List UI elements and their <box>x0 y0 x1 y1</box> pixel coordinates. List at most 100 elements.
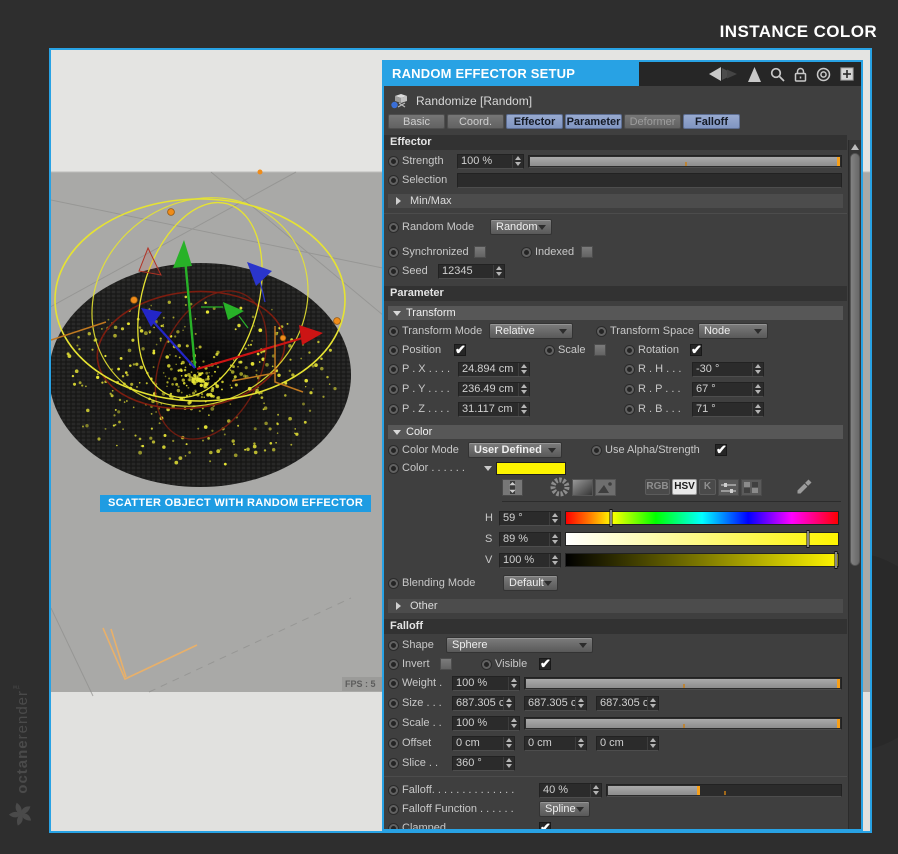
size-z-field[interactable]: 687.305 cm <box>596 696 659 711</box>
falloff-strength-radio[interactable] <box>389 786 398 795</box>
seed-radio[interactable] <box>389 267 398 276</box>
blending-mode-radio[interactable] <box>389 579 398 588</box>
falloff-scale-slider[interactable] <box>524 717 842 730</box>
scrollbar-thumb[interactable] <box>850 153 860 566</box>
add-panel-icon[interactable] <box>840 67 854 81</box>
group-minmax[interactable]: Min/Max <box>388 194 843 208</box>
panel-scrollbar[interactable] <box>848 140 861 829</box>
spectrum-icon[interactable] <box>572 479 593 496</box>
value-slider[interactable] <box>565 553 839 567</box>
slice-field[interactable]: 360 ° <box>452 756 515 771</box>
transform-mode-radio[interactable] <box>389 327 398 336</box>
target-icon[interactable] <box>816 67 831 82</box>
compact-mode-icon[interactable] <box>502 479 523 496</box>
mixer-icon[interactable] <box>741 479 762 496</box>
hue-field[interactable]: 59 ° <box>499 511 561 526</box>
random-mode-dropdown[interactable]: Random <box>490 219 552 235</box>
px-radio[interactable] <box>389 365 398 374</box>
offset-y-field[interactable]: 0 cm <box>524 736 587 751</box>
selection-radio[interactable] <box>389 176 398 185</box>
weight-field[interactable]: 100 % <box>452 676 520 691</box>
rgb-mode-button[interactable]: RGB <box>645 479 670 495</box>
py-field[interactable]: 236.49 cm <box>458 382 530 397</box>
rb-field[interactable]: 71 ° <box>692 402 764 417</box>
slice-radio[interactable] <box>389 759 398 768</box>
transform-space-radio[interactable] <box>597 327 606 336</box>
color-wheel-icon[interactable] <box>550 479 570 496</box>
size-radio[interactable] <box>389 699 398 708</box>
color-radio[interactable] <box>389 464 398 473</box>
tab-effector[interactable]: Effector <box>506 114 563 129</box>
hsv-mode-button[interactable]: HSV <box>672 479 697 495</box>
transform-space-dropdown[interactable]: Node <box>698 323 768 339</box>
shape-dropdown[interactable]: Sphere <box>446 637 593 653</box>
falloff-scale-field[interactable]: 100 % <box>452 716 520 731</box>
rb-radio[interactable] <box>625 405 634 414</box>
falloff-strength-slider[interactable] <box>606 784 842 797</box>
rh-field[interactable]: -30 ° <box>692 362 764 377</box>
lock-icon[interactable] <box>794 67 807 82</box>
indexed-checkbox[interactable] <box>581 246 593 258</box>
seed-spinner[interactable] <box>493 265 504 278</box>
search-icon[interactable] <box>770 67 785 82</box>
scale-checkbox[interactable] <box>594 344 606 356</box>
visible-radio[interactable] <box>482 660 491 669</box>
visible-checkbox[interactable]: ✔ <box>539 658 551 670</box>
selection-field[interactable] <box>457 173 842 188</box>
size-x-field[interactable]: 687.305 cm <box>452 696 515 711</box>
falloff-strength-field[interactable]: 40 % <box>539 783 602 798</box>
strength-slider[interactable] <box>528 155 842 168</box>
scale-radio[interactable] <box>545 346 554 355</box>
handle-dot[interactable] <box>258 170 263 175</box>
rh-radio[interactable] <box>625 365 634 374</box>
sliders-icon[interactable] <box>718 479 739 496</box>
pz-radio[interactable] <box>389 405 398 414</box>
px-field[interactable]: 24.894 cm <box>458 362 530 377</box>
weight-slider[interactable] <box>524 677 842 690</box>
offset-radio[interactable] <box>389 739 398 748</box>
invert-radio[interactable] <box>389 660 398 669</box>
color-expand-icon[interactable] <box>484 466 492 475</box>
saturation-slider[interactable] <box>565 532 839 546</box>
pz-field[interactable]: 31.117 cm <box>458 402 530 417</box>
synchronized-checkbox[interactable] <box>474 246 486 258</box>
falloff-function-dropdown[interactable]: Spline <box>539 801 590 817</box>
offset-x-field[interactable]: 0 cm <box>452 736 515 751</box>
tab-deformer[interactable]: Deformer <box>624 114 681 129</box>
weight-radio[interactable] <box>389 679 398 688</box>
tab-basic[interactable]: Basic <box>388 114 445 129</box>
invert-checkbox[interactable] <box>440 658 452 670</box>
image-icon[interactable] <box>595 479 616 496</box>
position-checkbox[interactable]: ✔ <box>454 344 466 356</box>
falloff-scale-radio[interactable] <box>389 719 398 728</box>
group-transform[interactable]: Transform <box>388 306 843 320</box>
falloff-function-radio[interactable] <box>389 805 398 814</box>
seed-field[interactable]: 12345 <box>438 264 505 279</box>
color-mode-radio[interactable] <box>389 446 398 455</box>
group-other[interactable]: Other <box>388 599 843 613</box>
clamped-radio[interactable] <box>389 824 398 830</box>
rotation-checkbox[interactable]: ✔ <box>690 344 702 356</box>
pointer-up-icon[interactable] <box>748 67 761 82</box>
clamped-checkbox[interactable]: ✔ <box>539 822 551 829</box>
strength-field[interactable]: 100 % <box>457 154 524 169</box>
use-alpha-checkbox[interactable]: ✔ <box>715 444 727 456</box>
strength-radio[interactable] <box>389 157 398 166</box>
tab-falloff[interactable]: Falloff <box>683 114 740 129</box>
color-mode-dropdown[interactable]: User Defined <box>468 442 562 458</box>
rp-field[interactable]: 67 ° <box>692 382 764 397</box>
hue-slider[interactable] <box>565 511 839 525</box>
group-color[interactable]: Color <box>388 425 843 439</box>
use-alpha-radio[interactable] <box>592 446 601 455</box>
scroll-up-icon[interactable] <box>849 140 861 152</box>
shape-radio[interactable] <box>389 641 398 650</box>
value-field[interactable]: 100 % <box>499 553 561 568</box>
rotation-radio[interactable] <box>625 346 634 355</box>
offset-z-field[interactable]: 0 cm <box>596 736 659 751</box>
synchronized-radio[interactable] <box>389 248 398 257</box>
size-y-field[interactable]: 687.305 cm <box>524 696 587 711</box>
color-swatch[interactable] <box>496 462 566 475</box>
transform-mode-dropdown[interactable]: Relative <box>489 323 573 339</box>
tab-coord[interactable]: Coord. <box>447 114 504 129</box>
saturation-field[interactable]: 89 % <box>499 532 561 547</box>
